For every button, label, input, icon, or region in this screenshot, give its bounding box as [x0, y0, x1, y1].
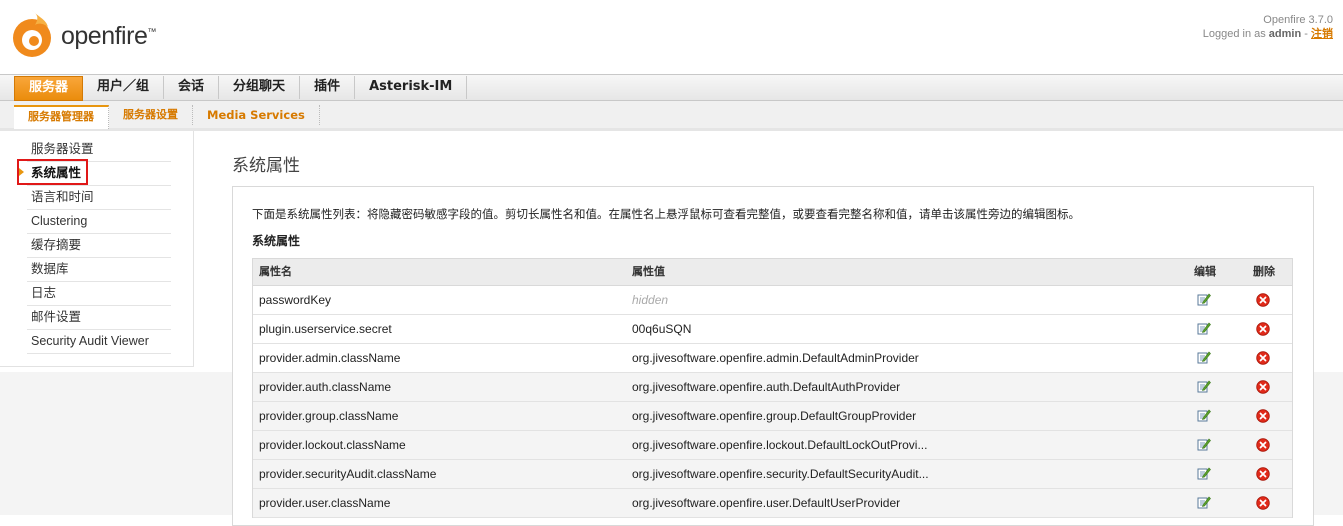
delete-icon[interactable]	[1256, 293, 1270, 307]
property-value: org.jivesoftware.openfire.security.Defau…	[632, 467, 929, 481]
header: openfire™ Openfire 3.7.0 Logged in as ad…	[0, 0, 1343, 74]
header-property-value: 属性值	[632, 265, 665, 278]
delete-icon[interactable]	[1256, 496, 1270, 510]
table-row: provider.auth.className org.jivesoftware.…	[253, 373, 1292, 402]
header-delete: 删除	[1253, 265, 1275, 278]
property-name: passwordKey	[259, 293, 332, 307]
property-name: provider.admin.className	[259, 351, 401, 365]
table-row: plugin.userservice.secret 00q6uSQN	[253, 315, 1292, 344]
property-value: org.jivesoftware.openfire.user.DefaultUs…	[632, 496, 901, 510]
properties-table: 属性名 属性值 编辑 删除 passwordKey hidden plugin.us…	[252, 258, 1293, 518]
edit-icon[interactable]	[1197, 437, 1211, 451]
edit-icon[interactable]	[1197, 379, 1211, 393]
edit-icon[interactable]	[1197, 350, 1211, 364]
table-row: provider.group.className org.jivesoftware…	[253, 402, 1292, 431]
sidebar-item-clustering[interactable]: Clustering	[27, 210, 171, 234]
header-user-info: Openfire 3.7.0 Logged in as admin - 注销	[1203, 13, 1333, 41]
property-name: provider.group.className	[259, 409, 399, 423]
sidebar-item-cache-summary[interactable]: 缓存摘要	[27, 234, 171, 258]
delete-icon[interactable]	[1256, 351, 1270, 365]
edit-icon[interactable]	[1197, 466, 1211, 480]
property-name: provider.lockout.className	[259, 438, 406, 452]
delete-icon[interactable]	[1256, 380, 1270, 394]
property-name: plugin.userservice.secret	[259, 322, 392, 336]
table-header: 属性名 属性值 编辑 删除	[253, 259, 1292, 286]
property-value: 00q6uSQN	[632, 322, 692, 336]
table-row: provider.admin.className org.jivesoftware…	[253, 344, 1292, 373]
table-row: provider.securityAudit.className org.jive…	[253, 460, 1292, 489]
tab-plugins[interactable]: 插件	[300, 76, 356, 99]
tab-asterisk-im[interactable]: Asterisk-IM	[355, 76, 468, 99]
tab-sessions[interactable]: 会话	[164, 76, 220, 99]
property-value: hidden	[632, 293, 669, 307]
table-row: passwordKey hidden	[253, 286, 1292, 315]
tab-users-groups[interactable]: 用户／组	[83, 76, 165, 99]
sub-navigation: 服务器管理器 服务器设置 Media Services	[0, 101, 1343, 131]
property-name: provider.auth.className	[259, 380, 392, 394]
edit-icon[interactable]	[1197, 292, 1211, 306]
property-value: org.jivesoftware.openfire.group.DefaultG…	[632, 409, 917, 423]
sidebar-item-database[interactable]: 数据库	[27, 258, 171, 282]
version-label: Openfire 3.7.0	[1263, 14, 1333, 26]
sidebar-item-security-audit-viewer[interactable]: Security Audit Viewer	[27, 330, 171, 354]
login-status: Logged in as admin - 注销	[1202, 28, 1333, 40]
username: admin	[1268, 28, 1302, 40]
subtab-server-manager[interactable]: 服务器管理器	[14, 104, 109, 129]
table-row: provider.lockout.className org.jivesoftwa…	[253, 431, 1292, 460]
property-value: org.jivesoftware.openfire.auth.DefaultAu…	[632, 380, 901, 394]
property-name: provider.user.className	[259, 496, 391, 510]
delete-icon[interactable]	[1256, 438, 1270, 452]
sidebar-item-locale-time[interactable]: 语言和时间	[27, 186, 171, 210]
edit-icon[interactable]	[1197, 408, 1211, 422]
page-description: 下面是系统属性列表：将隐藏密码敏感字段的值。剪切长属性名和值。在属性名上悬浮鼠标…	[252, 207, 1080, 221]
sidebar-item-logs[interactable]: 日志	[27, 282, 171, 306]
sidebar-item-email-settings[interactable]: 邮件设置	[27, 306, 171, 330]
logo-text: openfire™	[61, 22, 156, 50]
main-navigation: 服务器 用户／组 会话 分组聊天 插件 Asterisk-IM	[0, 74, 1343, 101]
subtab-server-settings[interactable]: 服务器设置	[109, 104, 193, 125]
edit-icon[interactable]	[1197, 495, 1211, 509]
tab-server[interactable]: 服务器	[14, 76, 84, 101]
property-value: org.jivesoftware.openfire.admin.DefaultA…	[632, 351, 919, 365]
page-title: 系统属性	[232, 156, 300, 176]
table-row: provider.user.className org.jivesoftware.…	[253, 489, 1292, 518]
logout-link[interactable]: 注销	[1311, 28, 1333, 40]
delete-icon[interactable]	[1256, 409, 1270, 423]
subtab-media-services[interactable]: Media Services	[193, 104, 320, 125]
header-edit: 编辑	[1194, 265, 1216, 278]
delete-icon[interactable]	[1256, 322, 1270, 336]
header-property-name: 属性名	[259, 265, 292, 278]
highlight-annotation	[17, 159, 88, 185]
property-name: provider.securityAudit.className	[259, 467, 437, 481]
delete-icon[interactable]	[1256, 467, 1270, 481]
edit-icon[interactable]	[1197, 321, 1211, 335]
section-title: 系统属性	[252, 234, 301, 248]
property-value: org.jivesoftware.openfire.lockout.Defaul…	[632, 438, 928, 452]
tab-group-chat[interactable]: 分组聊天	[219, 76, 301, 99]
